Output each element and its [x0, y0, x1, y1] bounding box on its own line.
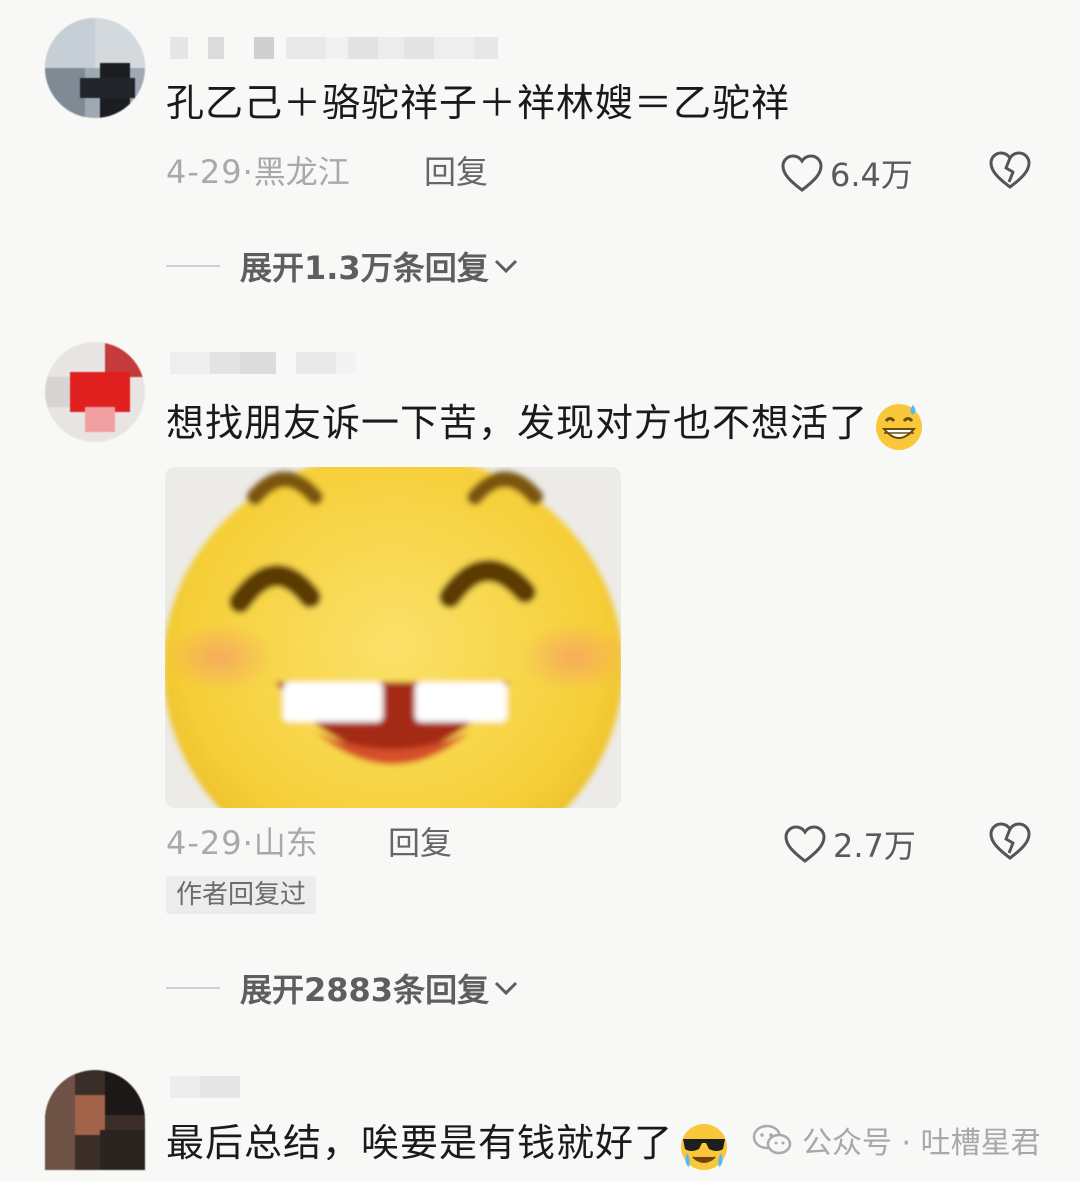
comment-text: 想找朋友诉一下苦，发现对方也不想活了: [166, 398, 926, 453]
heart-outline-icon: [781, 154, 823, 192]
comment-image-sticker[interactable]: [165, 467, 621, 808]
divider-line: [166, 265, 220, 267]
username-blurred[interactable]: [170, 352, 356, 374]
divider-line: [166, 987, 220, 989]
username-blurred[interactable]: [170, 37, 498, 59]
wechat-icon: [752, 1124, 792, 1155]
avatar[interactable]: [45, 342, 145, 442]
chevron-down-icon: [495, 981, 518, 996]
like-count: 2.7万: [833, 827, 916, 865]
grinning-sweat-emoji-icon: [876, 403, 923, 450]
wechat-account-watermark: 公众号 · 吐槽星君: [752, 1118, 1041, 1162]
expand-replies-button[interactable]: 展开2883条回复: [166, 965, 519, 1011]
watermark-label: 公众号 · 吐槽星君: [802, 1126, 1041, 1161]
reply-button[interactable]: 回复: [424, 152, 488, 192]
comment-meta: 4-29·黑龙江: [166, 152, 350, 192]
expand-replies-button[interactable]: 展开1.3万条回复: [166, 243, 519, 289]
broken-heart-icon[interactable]: [988, 821, 1032, 861]
like-button[interactable]: 2.7万: [783, 821, 916, 867]
comment-date: 4-29·: [166, 824, 254, 862]
comment-text-content: 最后总结，唉要是有钱就好了: [166, 1121, 674, 1165]
comment-text: 孔乙己＋骆驼祥子＋祥林嫂＝乙驼祥: [166, 81, 791, 125]
expand-replies-label: 展开1.3万条回复: [240, 249, 489, 287]
avatar[interactable]: [45, 18, 145, 118]
sunglasses-crying-emoji-icon: [681, 1123, 728, 1170]
expand-replies-label: 展开2883条回复: [240, 971, 490, 1009]
comment-text: 最后总结，唉要是有钱就好了: [166, 1118, 731, 1173]
like-button[interactable]: 6.4万: [780, 150, 913, 196]
author-replied-badge: 作者回复过: [166, 876, 317, 914]
comment-date: 4-29·: [166, 153, 254, 191]
grinning-face-sticker-icon: [165, 467, 621, 808]
chevron-down-icon: [494, 259, 517, 274]
broken-heart-icon[interactable]: [988, 150, 1032, 190]
comment-feed: 孔乙己＋骆驼祥子＋祥林嫂＝乙驼祥 4-29·黑龙江 回复 6.4万 展开1.3万…: [0, 0, 1080, 1181]
like-count: 6.4万: [830, 156, 913, 194]
comment-meta: 4-29·山东: [166, 823, 318, 863]
heart-outline-icon: [784, 825, 826, 863]
username-blurred[interactable]: [170, 1076, 240, 1098]
reply-button[interactable]: 回复: [388, 823, 452, 863]
comment-location: 山东: [253, 824, 318, 862]
comment-location: 黑龙江: [253, 153, 350, 191]
comment-text-content: 想找朋友诉一下苦，发现对方也不想活了: [166, 401, 869, 445]
avatar[interactable]: [45, 1070, 145, 1170]
